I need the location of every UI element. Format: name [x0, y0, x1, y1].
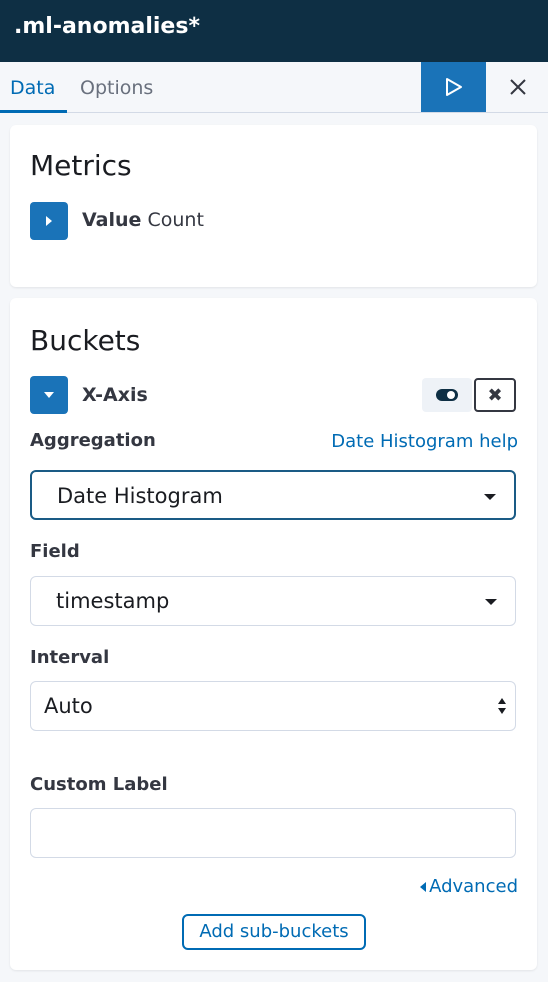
interval-select[interactable]: Auto: [30, 681, 516, 731]
buckets-panel: Buckets X-Axis ✖ Aggregation Date Histog…: [10, 298, 537, 970]
caret-down-icon: [484, 494, 496, 500]
chevron-down-icon: [44, 392, 54, 398]
custom-label-label: Custom Label: [30, 774, 168, 795]
metric-expand-toggle[interactable]: [30, 202, 68, 240]
metrics-title: Metrics: [30, 149, 132, 182]
remove-agg-button[interactable]: ✖: [474, 378, 516, 412]
sort-arrows-icon: [498, 698, 506, 714]
metric-label-bold: Value: [82, 209, 142, 231]
field-value: timestamp: [56, 589, 170, 613]
apply-changes-button[interactable]: [421, 62, 486, 112]
custom-label-input[interactable]: [30, 808, 516, 858]
bucket-agg-label: X-Axis: [82, 384, 148, 406]
active-tab-indicator: [0, 110, 68, 113]
play-icon: [445, 78, 462, 96]
metrics-panel: Metrics Value Count: [10, 125, 537, 287]
tab-options-label: Options: [80, 77, 154, 99]
close-icon: [510, 79, 526, 95]
advanced-toggle-link[interactable]: Advanced: [419, 876, 518, 897]
bucket-collapse-toggle[interactable]: [30, 376, 68, 414]
metric-label: Value Count: [82, 209, 204, 231]
tab-options[interactable]: Options: [80, 62, 153, 112]
aggregation-value: Date Histogram: [57, 484, 223, 508]
date-histogram-help-link[interactable]: Date Histogram help: [331, 431, 518, 452]
buckets-title: Buckets: [30, 324, 141, 357]
index-pattern-title: .ml-anomalies*: [14, 14, 200, 39]
add-sub-buckets-button[interactable]: Add sub-buckets: [182, 914, 366, 950]
metric-label-rest: Count: [147, 209, 204, 231]
caret-down-icon: [485, 599, 497, 605]
chevron-right-icon: [46, 216, 52, 226]
tab-data-label: Data: [10, 77, 56, 99]
field-label: Field: [30, 541, 80, 562]
toggle-icon: [436, 389, 458, 401]
field-select[interactable]: timestamp: [30, 576, 516, 626]
advanced-label: Advanced: [429, 876, 518, 897]
tab-data[interactable]: Data: [0, 62, 68, 113]
aggregation-select[interactable]: Date Histogram: [30, 470, 516, 520]
cross-icon: ✖: [487, 384, 503, 406]
app-header: .ml-anomalies*: [0, 0, 548, 62]
interval-label: Interval: [30, 647, 110, 668]
caret-left-icon: [420, 882, 427, 892]
close-button[interactable]: [488, 62, 548, 112]
disable-agg-toggle[interactable]: [422, 378, 472, 412]
interval-value: Auto: [44, 694, 93, 718]
aggregation-label: Aggregation: [30, 430, 156, 451]
